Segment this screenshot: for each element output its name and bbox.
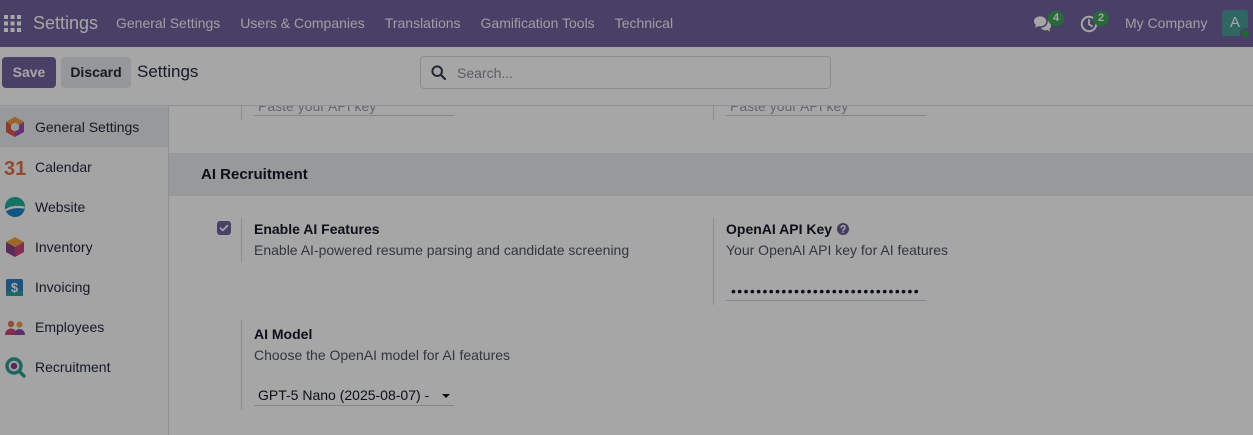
enable-ai-checkbox[interactable] <box>217 221 231 235</box>
ai-model-select[interactable]: GPT-5 Nano (2025-08-07) - <box>254 386 454 406</box>
online-status-dot <box>1240 28 1251 39</box>
sidebar-item-label: Recruitment <box>35 359 111 375</box>
column-divider <box>241 320 242 410</box>
sidebar-item-label: General Settings <box>35 119 140 135</box>
api-key-label: OpenAI API Key <box>726 221 833 237</box>
sidebar-item-employees[interactable]: Employees <box>0 307 168 347</box>
column-divider <box>241 218 242 262</box>
input-placeholder: Paste your API key <box>730 106 849 114</box>
column-divider <box>713 218 714 305</box>
menu-general-settings[interactable]: General Settings <box>106 0 230 47</box>
activities-count-badge: 2 <box>1093 11 1109 26</box>
enable-ai-description: Enable AI-powered resume parsing and can… <box>254 242 630 258</box>
user-avatar[interactable]: A <box>1222 10 1251 39</box>
main-menu: General Settings Users & Companies Trans… <box>106 0 683 47</box>
settings-content: Paste your API key Paste your API key AI… <box>169 106 1253 435</box>
employees-icon <box>4 316 26 338</box>
enable-ai-label[interactable]: Enable AI Features <box>254 221 380 238</box>
api-key-password-field[interactable]: •••••••••••••••••••••••••••••• <box>726 282 926 301</box>
sidebar-item-website[interactable]: Website <box>0 187 168 227</box>
menu-translations[interactable]: Translations <box>375 0 471 47</box>
invoicing-icon: $ <box>4 276 26 298</box>
activities-button[interactable]: 2 <box>1075 0 1117 47</box>
avatar-initial: A <box>1229 14 1240 31</box>
search-bar[interactable] <box>420 56 831 89</box>
ai-model-label: AI Model <box>254 326 313 342</box>
column-divider <box>241 106 242 120</box>
breadcrumb: Settings <box>137 62 199 81</box>
search-input[interactable] <box>457 57 817 88</box>
input-placeholder: Paste your API key <box>258 106 377 114</box>
question-circle-icon[interactable] <box>837 223 849 235</box>
company-switcher[interactable]: My Company <box>1125 0 1207 47</box>
sidebar-item-label: Inventory <box>35 239 93 255</box>
svg-text:31: 31 <box>4 158 26 178</box>
ai-model-selected-value: GPT-5 Nano (2025-08-07) - <box>258 387 430 403</box>
section-title: AI Recruitment <box>201 166 308 183</box>
ai-model-description: Choose the OpenAI model for AI features <box>254 347 511 363</box>
previous-api-key-input[interactable]: Paste your API key <box>254 106 454 116</box>
sidebar-item-invoicing[interactable]: $ Invoicing <box>0 267 168 307</box>
api-key-masked-value: •••••••••••••••••••••••••••••• <box>731 283 921 299</box>
sidebar-item-label: Website <box>35 199 86 215</box>
app-name[interactable]: Settings <box>33 0 98 47</box>
grid-icon <box>4 15 21 32</box>
menu-users-companies[interactable]: Users & Companies <box>230 0 375 47</box>
sidebar-item-label: Invoicing <box>35 279 91 295</box>
svg-text:$: $ <box>11 280 19 295</box>
sidebar-item-label: Calendar <box>35 159 92 175</box>
general-settings-icon <box>4 116 26 138</box>
messages-count-badge: 4 <box>1048 11 1064 26</box>
section-header: AI Recruitment <box>169 153 1253 196</box>
menu-technical[interactable]: Technical <box>605 0 683 47</box>
settings-app-sidebar: General Settings 31 Calendar Website Inv… <box>0 106 169 435</box>
website-icon <box>4 196 26 218</box>
menu-gamification-tools[interactable]: Gamification Tools <box>471 0 605 47</box>
recruitment-icon <box>4 356 26 378</box>
discard-button[interactable]: Discard <box>61 57 131 88</box>
search-icon <box>431 65 446 80</box>
top-navbar: Settings General Settings Users & Compan… <box>0 0 1253 47</box>
messages-button[interactable]: 4 <box>1028 0 1070 47</box>
calendar-icon: 31 <box>4 156 26 178</box>
sidebar-item-calendar[interactable]: 31 Calendar <box>0 147 168 187</box>
column-divider <box>713 106 714 120</box>
sidebar-item-general-settings[interactable]: General Settings <box>0 107 168 147</box>
chevron-down-icon <box>442 394 450 398</box>
previous-api-key-input-2[interactable]: Paste your API key <box>726 106 926 116</box>
control-panel: Save Discard Settings <box>0 47 1253 106</box>
sidebar-item-inventory[interactable]: Inventory <box>0 227 168 267</box>
sidebar-item-label: Employees <box>35 319 105 335</box>
inventory-icon <box>4 236 26 258</box>
save-button[interactable]: Save <box>2 57 56 88</box>
api-key-description: Your OpenAI API key for AI features <box>726 242 949 258</box>
apps-menu-button[interactable] <box>4 15 21 32</box>
sidebar-item-recruitment[interactable]: Recruitment <box>0 347 168 387</box>
